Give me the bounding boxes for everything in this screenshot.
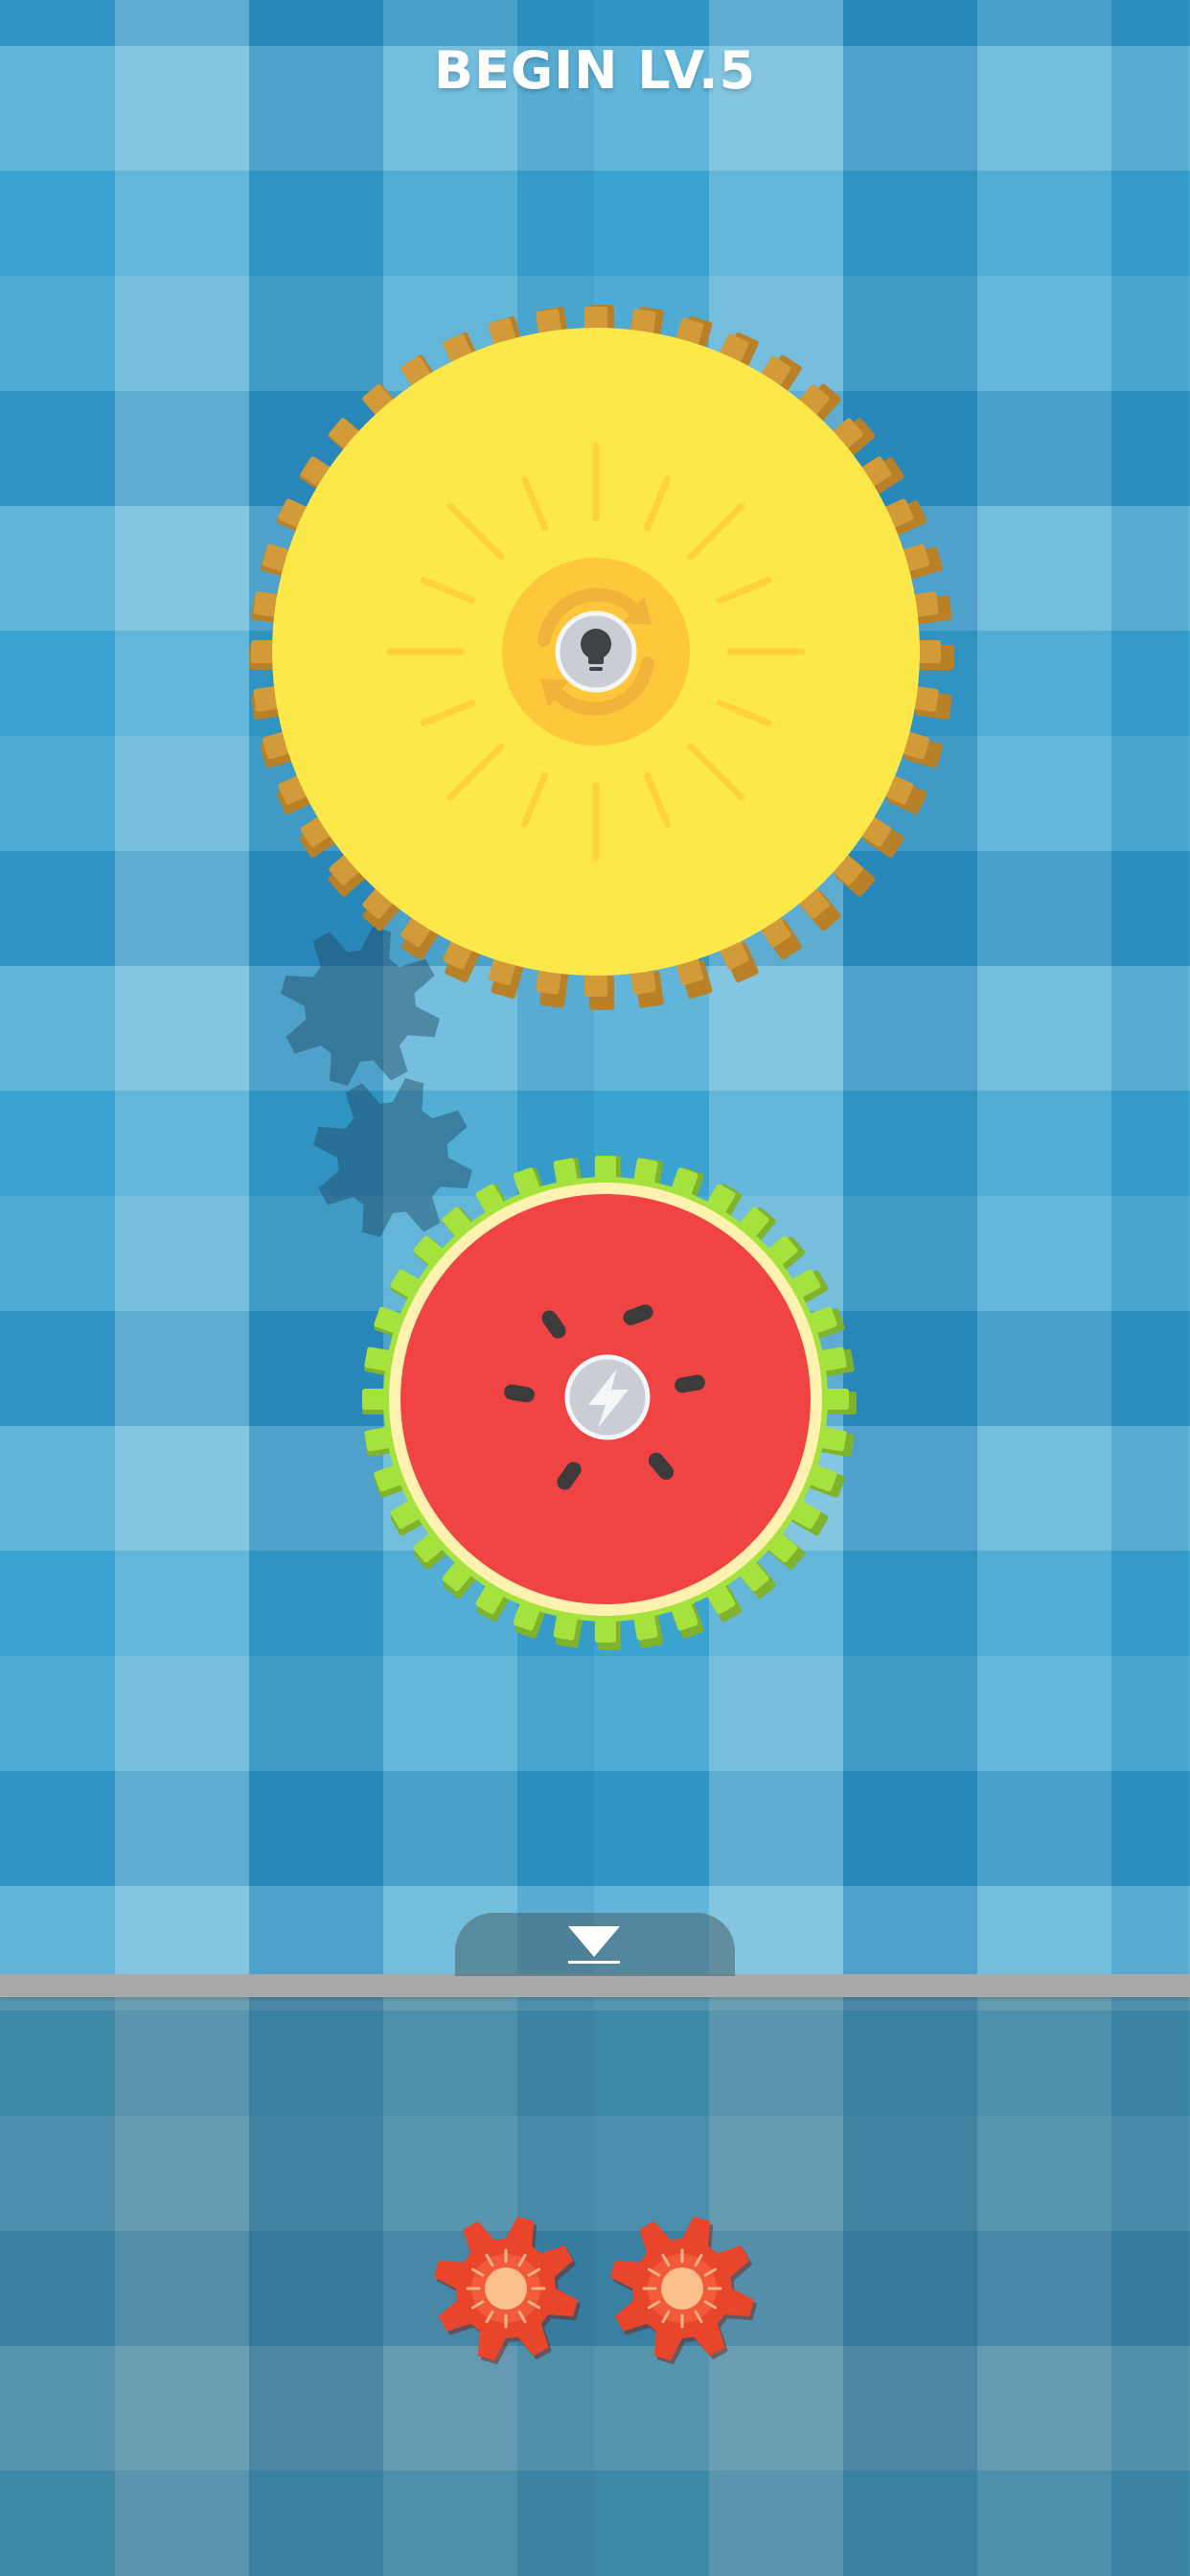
tray-gear-piece[interactable]	[609, 2216, 758, 2365]
game-board: BEGIN LV.5	[0, 0, 1190, 2576]
tray-pieces	[433, 2216, 758, 2365]
tray-gear-piece[interactable]	[433, 2216, 582, 2365]
tray-canvas	[433, 2216, 758, 2365]
